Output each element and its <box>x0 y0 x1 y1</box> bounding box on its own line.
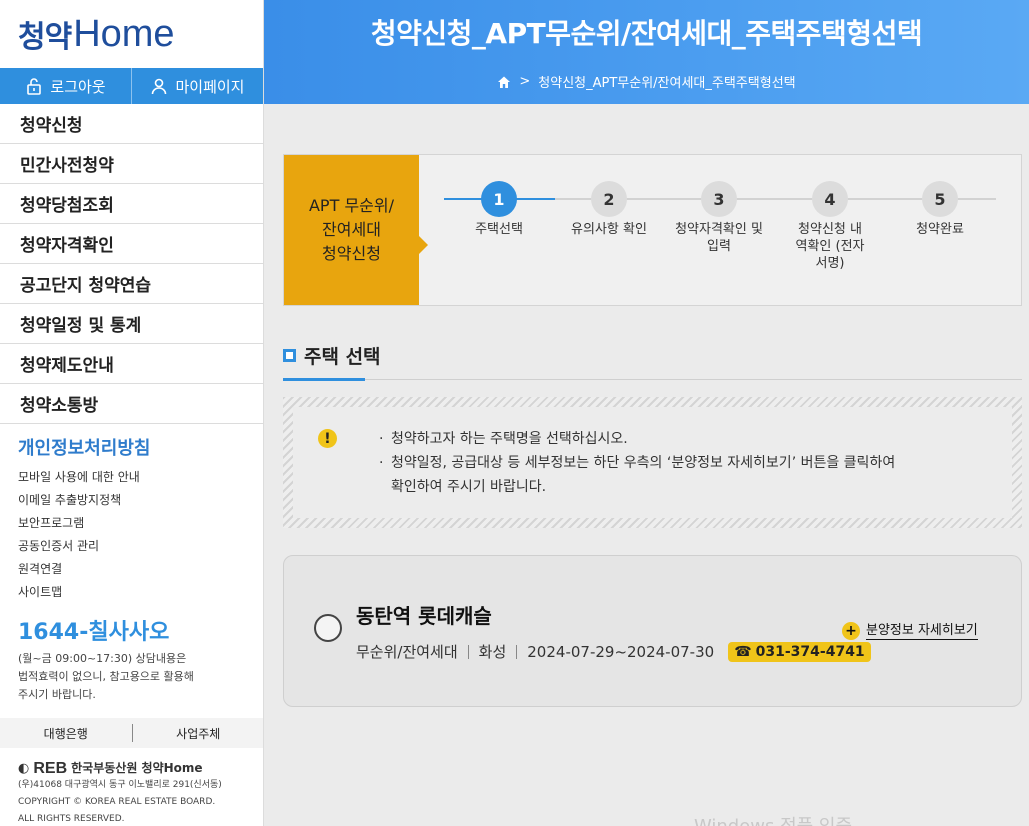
notice-line-cont: 확인하여 주시기 바랍니다. <box>391 479 547 495</box>
house-period: 2024-07-29~2024-07-30 <box>527 642 715 661</box>
security-program-link[interactable]: 보안프로그램 <box>18 512 263 535</box>
house-meta: 무순위/잔여세대 화성 2024-07-29~2024-07-30 ☎ 031-… <box>356 641 871 662</box>
step-4: 4 청약신청 내역확인 (전자서명) <box>775 181 885 272</box>
email-policy-link[interactable]: 이메일 추출방지정책 <box>18 489 263 512</box>
notice-line: 청약하고자 하는 주택명을 선택하십시오. <box>379 427 895 451</box>
detail-info-button[interactable]: + 분양정보 자세히보기 <box>842 622 978 640</box>
step-label: 청약완료 <box>916 222 964 237</box>
breadcrumb-current[interactable]: 청약신청_APT무순위/잔여세대_주택주택형선택 <box>538 72 795 91</box>
plus-icon: + <box>842 622 860 640</box>
step-label: 유의사항 확인 <box>571 222 647 237</box>
house-select-radio[interactable] <box>314 614 342 642</box>
menu-item-community[interactable]: 청약소통방 <box>0 384 263 424</box>
call-center: 1644-칠사사오 (월~금 09:00~17:30) 상담내용은 법적효력이 … <box>0 604 263 704</box>
builder-link[interactable]: 사업주체 <box>133 725 264 742</box>
mypage-label: 마이페이지 <box>175 77 245 96</box>
step-label: 청약신청 내역확인 (전자서명) <box>795 222 865 271</box>
bank-links: 대행은행 사업주체 <box>0 718 264 748</box>
windows-activation-watermark: Windows 정품 인증 <box>694 812 852 826</box>
account-bar: 로그아웃 마이페이지 <box>0 68 263 104</box>
phone-badge: ☎ 031-374-4741 <box>728 641 871 662</box>
phone-note: (월~금 09:00~17:30) 상담내용은 법적효력이 없으니, 참고용으로… <box>18 652 194 701</box>
step-box-label: APT 무순위/ 잔여세대 청약신청 <box>284 155 419 305</box>
step-label: 주택선택 <box>475 222 523 237</box>
label-arrow <box>419 236 428 254</box>
phone-icon: ☎ <box>734 643 752 660</box>
menu-item-schedule[interactable]: 청약일정 및 통계 <box>0 304 263 344</box>
logo-korean: 청약 <box>18 20 72 55</box>
step-number: 2 <box>591 181 627 217</box>
house-region: 화성 <box>478 643 507 661</box>
divider <box>467 644 469 659</box>
menu-item-winner-check[interactable]: 청약당첨조회 <box>0 184 263 224</box>
chevron-right-icon: > <box>519 74 531 89</box>
notice-line: 청약일정, 공급대상 등 세부정보는 하단 우측의 ‘분양정보 자세히보기’ 버… <box>379 451 895 475</box>
divider <box>516 644 518 659</box>
step-progress: APT 무순위/ 잔여세대 청약신청 1 주택선택 2 유의사항 확인 3 청약… <box>283 154 1022 306</box>
footer: ◐ REB 한국부동산원 청약Home (우)41068 대구광역시 동구 이노… <box>18 760 258 826</box>
house-name: 동탄역 롯데캐슬 <box>356 604 492 628</box>
step-number: 4 <box>812 181 848 217</box>
notice-text: 청약하고자 하는 주택명을 선택하십시오. 청약일정, 공급대상 등 세부정보는… <box>379 427 895 499</box>
footer-copyright: COPYRIGHT © KOREA REAL ESTATE BOARD. <box>18 797 216 807</box>
mypage-button[interactable]: 마이페이지 <box>132 68 263 104</box>
page-header: 청약신청_APT무순위/잔여세대_주택주택형선택 > 청약신청_APT무순위/잔… <box>264 0 1029 104</box>
bank-link[interactable]: 대행은행 <box>0 725 132 742</box>
privacy-policy-link[interactable]: 개인정보처리방침 <box>18 434 263 460</box>
menu-item-private-preapply[interactable]: 민간사전청약 <box>0 144 263 184</box>
site-logo[interactable]: 청약 Home <box>0 0 263 68</box>
menu-item-guide[interactable]: 청약제도안내 <box>0 344 263 384</box>
section-title: 주택 선택 <box>304 346 381 368</box>
user-icon <box>152 78 167 95</box>
page-title: 청약신청_APT무순위/잔여세대_주택주택형선택 <box>370 17 923 50</box>
section-underline <box>283 378 365 381</box>
detail-info-label: 분양정보 자세히보기 <box>866 622 978 640</box>
footer-rights: ALL RIGHTS RESERVED. <box>18 814 125 824</box>
menu-item-eligibility[interactable]: 청약자격확인 <box>0 224 263 264</box>
house-card[interactable]: 동탄역 롯데캐슬 무순위/잔여세대 화성 2024-07-29~2024-07-… <box>283 555 1022 707</box>
menu-item-practice[interactable]: 공고단지 청약연습 <box>0 264 263 304</box>
step-5: 5 청약완료 <box>885 181 995 238</box>
logout-label: 로그아웃 <box>50 77 106 96</box>
notice-box: ! 청약하고자 하는 주택명을 선택하십시오. 청약일정, 공급대상 등 세부정… <box>283 397 1022 528</box>
step-2: 2 유의사항 확인 <box>554 181 664 238</box>
step-3: 3 청약자격확인 및 입력 <box>664 181 774 255</box>
logout-button[interactable]: 로그아웃 <box>0 68 132 104</box>
house-phone: 031-374-4741 <box>755 643 865 660</box>
logo-english: Home <box>73 12 175 55</box>
breadcrumb: > 청약신청_APT무순위/잔여세대_주택주택형선택 <box>264 72 1029 91</box>
square-icon <box>283 349 296 362</box>
step-label: 청약자격확인 및 입력 <box>675 222 763 254</box>
home-icon[interactable] <box>497 75 511 89</box>
sidebar: 청약 Home 로그아웃 마이페이지 청약신청 민간사전청약 청약당첨조회 청약… <box>0 0 264 826</box>
sitemap-link[interactable]: 사이트맵 <box>18 581 263 604</box>
privacy-links: 개인정보처리방침 모바일 사용에 대한 안내 이메일 추출방지정책 보안프로그램… <box>0 424 263 604</box>
remote-link[interactable]: 원격연결 <box>18 558 263 581</box>
certificate-link[interactable]: 공동인증서 관리 <box>18 535 263 558</box>
footer-address: (우)41068 대구광역시 동구 이노밸리로 291(신서동) <box>18 780 222 790</box>
phone-number: 1644-칠사사오 <box>18 620 170 645</box>
reb-logo-icon: ◐ <box>18 761 30 776</box>
step-1: 1 주택선택 <box>444 181 554 238</box>
step-number: 1 <box>481 181 517 217</box>
warning-icon: ! <box>318 429 337 448</box>
mobile-guide-link[interactable]: 모바일 사용에 대한 안내 <box>18 466 263 489</box>
lock-icon <box>27 78 42 95</box>
house-type: 무순위/잔여세대 <box>356 643 458 661</box>
step-number: 3 <box>701 181 737 217</box>
section-header: 주택 선택 <box>283 342 1022 381</box>
footer-logo: ◐ REB 한국부동산원 청약Home <box>18 760 203 777</box>
main-menu: 청약신청 민간사전청약 청약당첨조회 청약자격확인 공고단지 청약연습 청약일정… <box>0 104 263 424</box>
menu-item-apply[interactable]: 청약신청 <box>0 104 263 144</box>
step-number: 5 <box>922 181 958 217</box>
